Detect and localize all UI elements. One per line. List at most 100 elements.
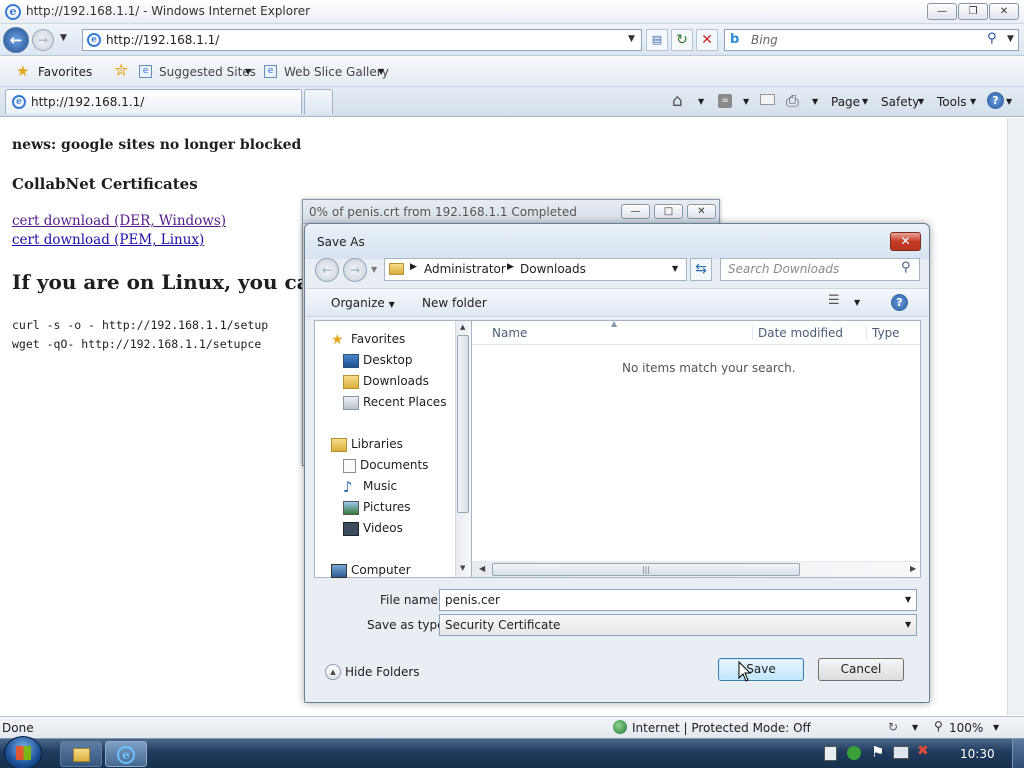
protected-mode-icon[interactable]: ↻ [888,720,898,734]
address-field[interactable]: e http://192.168.1.1/ ▼ [82,29,642,51]
download-maximize-button[interactable]: □ [654,204,683,219]
breadcrumb-bar[interactable]: ▶ Administrator ▶ Downloads ▼ [384,258,687,281]
file-name-field[interactable]: penis.cer ▼ [439,589,917,611]
tree-item-documents[interactable]: Documents [343,455,428,475]
zoom-level[interactable]: 100% [949,721,983,735]
chevron-down-icon[interactable]: ▼ [1006,97,1012,106]
breadcrumb-dropdown-icon[interactable]: ▼ [672,264,678,273]
scroll-down-icon[interactable]: ▼ [460,564,465,572]
taskbar-clock[interactable]: 10:30 [960,747,995,761]
search-placeholder[interactable]: Bing [751,33,778,47]
save-as-type-dropdown-icon[interactable]: ▼ [905,620,911,629]
mail-icon[interactable] [760,94,775,105]
chevron-down-icon[interactable]: ▼ [812,97,818,106]
file-list-scroll-thumb[interactable]: ||| [492,563,800,576]
download-close-button[interactable]: ✕ [687,204,716,219]
tree-item-videos[interactable]: Videos [343,518,403,538]
search-field[interactable]: b Bing ⚲ ▼ [724,29,1019,51]
suggested-sites-link[interactable]: e Suggested Sites ▼ [139,63,259,83]
address-text[interactable]: http://192.168.1.1/ [106,33,219,47]
stop-icon[interactable]: ✕ [696,29,718,51]
dialog-history-dropdown-icon[interactable]: ▼ [371,265,377,274]
chevron-down-icon[interactable]: ▼ [912,723,918,732]
tree-item-desktop[interactable]: Desktop [343,350,413,370]
tree-item-recent-places[interactable]: Recent Places [343,392,446,412]
dialog-search-field[interactable]: Search Downloads ⚲ [720,258,920,281]
tray-flag-icon[interactable]: ⚑ [871,743,884,761]
tree-item-music[interactable]: ♪ Music [343,476,397,496]
chevron-down-icon[interactable]: ▼ [698,97,704,106]
file-list-hscrollbar[interactable]: ◀ ||| ▶ [472,561,920,577]
scroll-left-icon[interactable]: ◀ [479,564,485,573]
help-icon[interactable]: ? [987,92,1004,109]
chevron-down-icon[interactable]: ▼ [854,298,860,307]
back-button[interactable]: ← [3,27,29,53]
close-window-button[interactable]: ✕ [989,3,1019,20]
save-as-type-select[interactable]: Security Certificate ▼ [439,614,917,636]
search-dropdown-icon[interactable]: ▼ [1007,34,1014,44]
tree-item-downloads[interactable]: Downloads [343,371,429,391]
tree-item-computer[interactable]: Computer [331,560,411,580]
page-menu[interactable]: Page [831,92,860,112]
forward-button[interactable]: → [32,29,54,51]
tree-item-pictures[interactable]: Pictures [343,497,411,517]
scroll-up-icon[interactable]: ▲ [460,323,465,331]
download-window-titlebar[interactable]: 0% of penis.crt from 192.168.1.1 Complet… [303,200,719,224]
organize-button[interactable]: Organize ▼ [331,296,395,310]
dialog-search-placeholder[interactable]: Search Downloads [728,262,839,276]
tools-menu[interactable]: Tools [937,92,967,112]
tab-current[interactable]: e http://192.168.1.1/ [5,89,302,114]
navigation-pane-scrollbar[interactable]: ▲ ▼ [455,321,471,577]
cancel-button[interactable]: Cancel [818,658,904,681]
chevron-down-icon[interactable]: ▼ [743,97,749,106]
taskbar-ie-button[interactable]: e [105,741,147,767]
breadcrumb-administrator[interactable]: Administrator [424,262,506,276]
start-button[interactable] [4,736,42,768]
column-type[interactable]: Type [866,326,900,340]
tree-item-favorites[interactable]: ★ Favorites [331,329,405,349]
print-icon[interactable]: ⎙ [786,91,799,111]
new-tab-button[interactable] [304,89,333,114]
favorites-button[interactable]: ★ Favorites [10,61,102,83]
web-slice-gallery-link[interactable]: e Web Slice Gallery ▼ [264,63,390,83]
page-scrollbar[interactable] [1007,118,1024,715]
download-minimize-button[interactable]: — [621,204,650,219]
recent-pages-dropdown-icon[interactable]: ▼ [60,33,67,43]
search-icon[interactable]: ⚲ [901,260,911,275]
tray-security-icon[interactable] [847,746,861,760]
hide-folders-button[interactable]: ▲ Hide Folders [325,663,425,683]
dialog-refresh-icon[interactable]: ⇆ [690,258,712,281]
refresh-icon[interactable]: ↻ [671,29,693,51]
file-name-value[interactable]: penis.cer [445,593,500,607]
new-folder-button[interactable]: New folder [422,296,487,310]
zoom-dropdown-icon[interactable]: ▼ [993,723,999,732]
breadcrumb-downloads[interactable]: Downloads [520,262,586,276]
save-as-titlebar[interactable]: Save As ✕ [305,224,929,259]
dialog-help-icon[interactable]: ? [891,294,908,311]
show-desktop-button[interactable] [1012,739,1024,768]
column-date-modified[interactable]: Date modified [752,326,843,340]
cert-download-pem-link[interactable]: cert download (PEM, Linux) [12,232,204,248]
navigation-scroll-thumb[interactable] [457,335,469,513]
view-options-icon[interactable]: ☰ [828,293,840,308]
tray-network-icon[interactable] [893,746,909,759]
file-name-dropdown-icon[interactable]: ▼ [905,595,911,604]
column-name[interactable]: Name [492,326,527,340]
tray-volume-icon[interactable]: ✖ [917,743,929,759]
feeds-icon[interactable]: ∞ [718,94,732,108]
restore-button[interactable]: ❐ [958,3,988,20]
scroll-right-icon[interactable]: ▶ [910,564,916,573]
cert-download-der-link[interactable]: cert download (DER, Windows) [12,213,226,229]
address-dropdown-icon[interactable]: ▼ [628,34,635,44]
add-favorites-icon[interactable]: ✮ [114,61,128,81]
tree-item-libraries[interactable]: Libraries [331,434,403,454]
search-icon[interactable]: ⚲ [987,31,997,46]
tray-icon-1[interactable] [824,746,837,761]
save-as-type-value[interactable]: Security Certificate [445,618,560,632]
save-button[interactable]: Save [718,658,804,681]
home-icon[interactable]: ⌂ [672,91,683,111]
safety-menu[interactable]: Safety [881,92,919,112]
minimize-button[interactable]: — [927,3,957,20]
zoom-icon[interactable]: ⚲ [934,719,943,733]
dialog-close-button[interactable]: ✕ [890,232,921,251]
